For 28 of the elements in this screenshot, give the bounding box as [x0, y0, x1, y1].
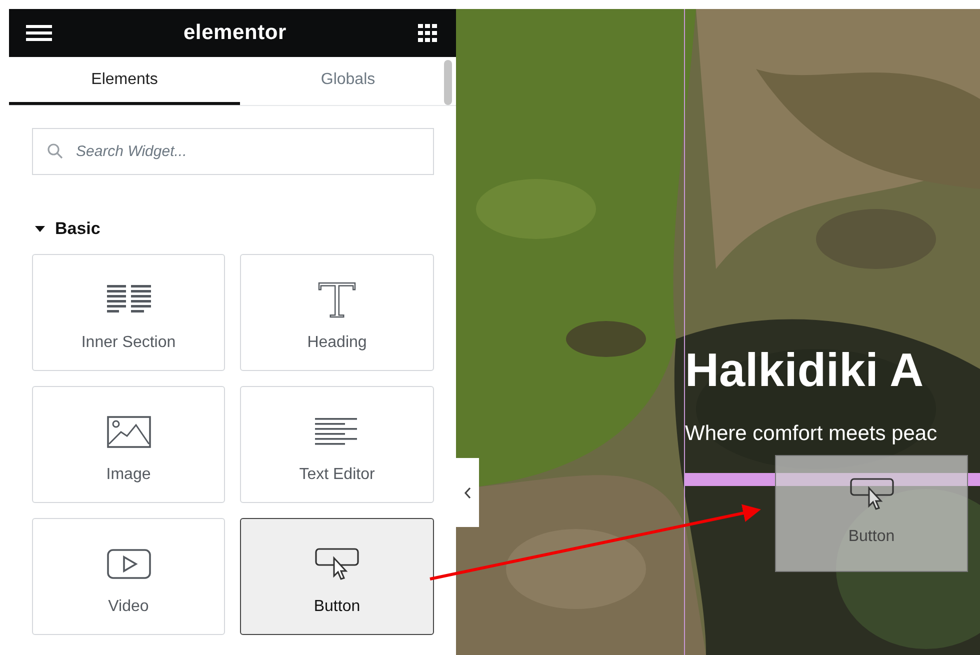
hero-heading: Halkidiki A [685, 342, 924, 398]
widget-card[interactable]: Text Editor [240, 386, 434, 503]
widget-label: Button [314, 598, 360, 616]
widget-card[interactable]: Inner Section [32, 254, 225, 371]
hero-subtitle: Where comfort meets peac [685, 421, 938, 447]
menu-icon[interactable] [26, 24, 52, 42]
search-icon [47, 143, 63, 159]
button-cursor-icon [315, 546, 359, 582]
widget-card[interactable]: Video [32, 518, 225, 635]
letter-t-icon [317, 282, 357, 318]
grid-icon[interactable] [418, 24, 438, 42]
widget-card[interactable]: Image [32, 386, 225, 503]
caret-down-icon[interactable] [34, 225, 46, 233]
widget-card[interactable]: Heading [240, 254, 434, 371]
widget-label: Heading [307, 334, 367, 352]
widget-label: Button [848, 528, 895, 546]
chevron-left-icon [464, 486, 472, 498]
widget-label: Inner Section [81, 334, 176, 352]
button-cursor-icon [850, 478, 894, 510]
widget-label: Video [108, 598, 149, 616]
image-icon [106, 414, 150, 450]
widget-label: Image [106, 466, 151, 484]
logo: elementor [183, 21, 287, 45]
scrollbar-thumb[interactable] [444, 60, 452, 105]
search-field[interactable]: Search Widget... [32, 128, 434, 175]
widget-card[interactable]: Button [240, 518, 434, 635]
category-title: Basic [55, 219, 100, 239]
widget-label: Text Editor [299, 466, 375, 484]
